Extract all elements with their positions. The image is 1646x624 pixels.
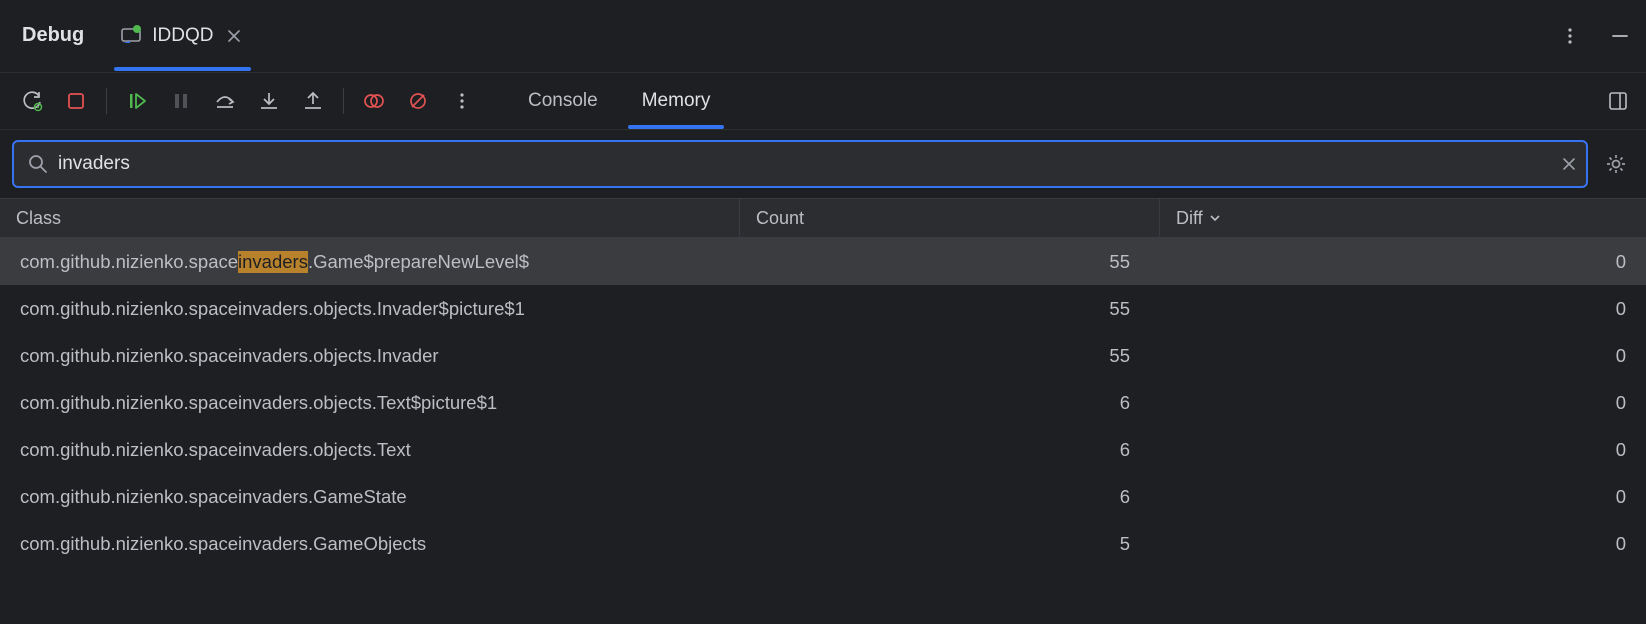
minimize-icon[interactable]	[1604, 20, 1636, 52]
topbar-left: Debug IDDQD	[20, 0, 261, 71]
cell-class: com.github.nizienko.spaceinvaders.GameSt…	[0, 486, 740, 508]
step-over-icon[interactable]	[207, 83, 243, 119]
table-header: Class Count Diff	[0, 198, 1646, 238]
cell-count: 55	[740, 345, 1160, 367]
cell-diff: 0	[1160, 533, 1646, 555]
tab-label: IDDQD	[152, 25, 213, 47]
search-icon	[28, 154, 48, 174]
cell-class: com.github.nizienko.spaceinvaders.object…	[0, 345, 740, 367]
cell-count: 55	[740, 298, 1160, 320]
toolbar-right	[1600, 83, 1636, 119]
table-row[interactable]: com.github.nizienko.spaceinvaders.Game$p…	[0, 238, 1646, 285]
tab-console[interactable]: Console	[506, 73, 620, 129]
table-row[interactable]: com.github.nizienko.spaceinvaders.object…	[0, 426, 1646, 473]
cell-class: com.github.nizienko.spaceinvaders.object…	[0, 392, 740, 414]
column-header-diff-label: Diff	[1176, 208, 1203, 229]
application-icon	[120, 25, 142, 47]
cell-count: 6	[740, 392, 1160, 414]
cell-diff: 0	[1160, 251, 1646, 273]
search-box[interactable]	[12, 140, 1588, 188]
close-tab-button[interactable]	[223, 25, 245, 47]
cell-count: 5	[740, 533, 1160, 555]
cell-diff: 0	[1160, 345, 1646, 367]
cell-class: com.github.nizienko.spaceinvaders.object…	[0, 439, 740, 461]
column-header-class[interactable]: Class	[0, 199, 740, 237]
table-row[interactable]: com.github.nizienko.spaceinvaders.object…	[0, 285, 1646, 332]
tool-window-header: Debug IDDQD	[0, 0, 1646, 72]
tab-memory[interactable]: Memory	[620, 73, 733, 129]
cell-count: 6	[740, 486, 1160, 508]
search-highlight: invaders	[238, 251, 308, 273]
memory-settings-icon[interactable]	[1598, 146, 1634, 182]
cell-diff: 0	[1160, 439, 1646, 461]
tool-window-title[interactable]: Debug	[20, 0, 104, 71]
clear-search-icon[interactable]	[1562, 157, 1576, 171]
view-breakpoints-icon[interactable]	[356, 83, 392, 119]
search-input[interactable]	[58, 153, 1562, 175]
debug-toolbar: Console Memory	[0, 72, 1646, 130]
toolbar-more-icon[interactable]	[444, 83, 480, 119]
table-row[interactable]: com.github.nizienko.spaceinvaders.object…	[0, 332, 1646, 379]
column-header-count[interactable]: Count	[740, 199, 1160, 237]
sub-tabs: Console Memory	[506, 73, 732, 129]
separator	[343, 88, 344, 114]
search-row	[0, 130, 1646, 198]
more-options-icon[interactable]	[1554, 20, 1586, 52]
cell-diff: 0	[1160, 298, 1646, 320]
rerun-icon[interactable]	[14, 83, 50, 119]
cell-count: 55	[740, 251, 1160, 273]
mute-breakpoints-icon[interactable]	[400, 83, 436, 119]
step-into-icon[interactable]	[251, 83, 287, 119]
cell-class: com.github.nizienko.spaceinvaders.Game$p…	[0, 251, 740, 273]
pause-icon[interactable]	[163, 83, 199, 119]
column-header-diff[interactable]: Diff	[1160, 199, 1646, 237]
table-row[interactable]: com.github.nizienko.spaceinvaders.GameSt…	[0, 473, 1646, 520]
cell-diff: 0	[1160, 392, 1646, 414]
step-out-icon[interactable]	[295, 83, 331, 119]
resume-icon[interactable]	[119, 83, 155, 119]
cell-count: 6	[740, 439, 1160, 461]
sort-desc-icon	[1209, 208, 1221, 229]
run-config-tab[interactable]: IDDQD	[104, 0, 261, 71]
layout-settings-icon[interactable]	[1600, 83, 1636, 119]
cell-class: com.github.nizienko.spaceinvaders.GameOb…	[0, 533, 740, 555]
stop-icon[interactable]	[58, 83, 94, 119]
table-row[interactable]: com.github.nizienko.spaceinvaders.GameOb…	[0, 520, 1646, 567]
table-body: com.github.nizienko.spaceinvaders.Game$p…	[0, 238, 1646, 624]
topbar-right	[1554, 20, 1636, 52]
cell-class: com.github.nizienko.spaceinvaders.object…	[0, 298, 740, 320]
cell-diff: 0	[1160, 486, 1646, 508]
table-row[interactable]: com.github.nizienko.spaceinvaders.object…	[0, 379, 1646, 426]
separator	[106, 88, 107, 114]
